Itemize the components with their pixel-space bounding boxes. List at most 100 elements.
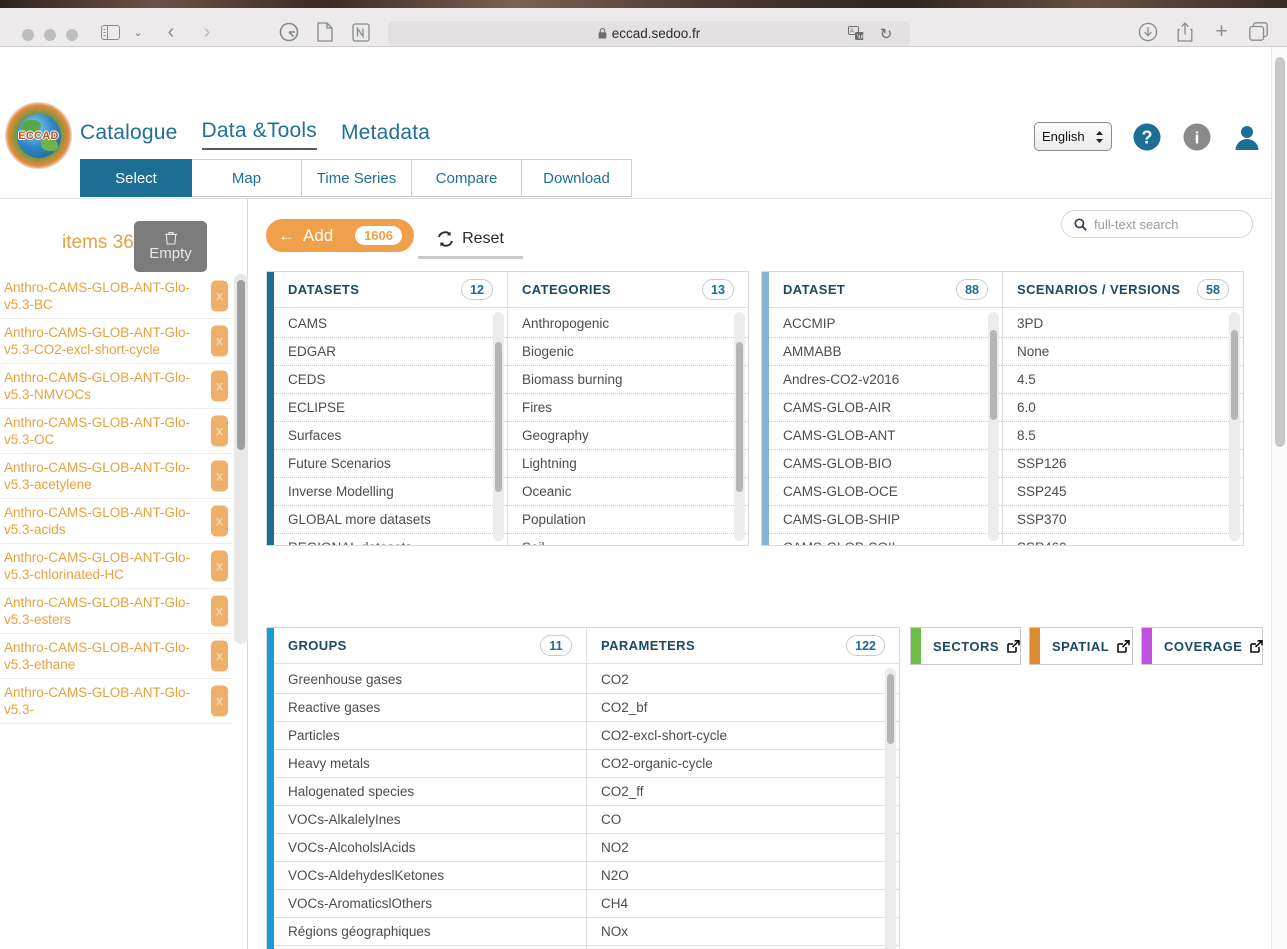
list-scrollbar[interactable]: [493, 312, 505, 541]
list-item[interactable]: 4.5: [1003, 366, 1243, 394]
list-item[interactable]: Andres-CO2-v2016: [769, 366, 1003, 394]
list-item[interactable]: CAMS-GLOB-OCE: [769, 478, 1003, 506]
list-item[interactable]: Biomass burning: [508, 366, 748, 394]
reset-button[interactable]: Reset: [418, 221, 523, 259]
chevron-down-icon[interactable]: ⌄: [131, 22, 145, 42]
window-minimize-button[interactable]: [44, 29, 56, 41]
list-scrollbar-thumb[interactable]: [990, 330, 998, 420]
window-close-button[interactable]: [22, 29, 34, 41]
list-item[interactable]: EDGAR: [274, 338, 508, 366]
tab-map[interactable]: Map: [192, 159, 302, 197]
list-item[interactable]: None: [1003, 338, 1243, 366]
search-box[interactable]: [1061, 210, 1253, 238]
grammarly-extension-icon[interactable]: [278, 21, 300, 43]
translate-icon[interactable]: A\u6587: [848, 26, 864, 41]
list-item[interactable]: NO2: [587, 834, 899, 862]
list-item[interactable]: Inverse Modelling: [274, 478, 508, 506]
tab-time-series[interactable]: Time Series: [302, 159, 412, 197]
list-item[interactable]: ACCMIP: [769, 310, 1003, 338]
list-item[interactable]: Population: [508, 506, 748, 534]
download-icon[interactable]: [1137, 21, 1158, 42]
list-scrollbar-thumb[interactable]: [495, 342, 503, 492]
list-item[interactable]: CAMS-GLOB-SHIP: [769, 506, 1003, 534]
selected-item[interactable]: Anthro-CAMS-GLOB-ANT-Glo-v5.3- x: [0, 679, 232, 724]
list-item[interactable]: Soil: [508, 534, 748, 545]
list-item[interactable]: VOCs-AromaticslOthers: [274, 890, 586, 918]
tab-download[interactable]: Download: [522, 159, 632, 197]
list-item[interactable]: 8.5: [1003, 422, 1243, 450]
list-item[interactable]: VOCs-AldehydeslKetones: [274, 862, 586, 890]
card-categories-list[interactable]: Anthropogenic Biogenic Biomass burning Fire…: [508, 308, 748, 545]
tab-compare[interactable]: Compare: [412, 159, 522, 197]
back-arrow-icon[interactable]: ‹: [160, 21, 182, 43]
info-icon[interactable]: i: [1182, 122, 1212, 152]
list-item[interactable]: CAMS-GLOB-ANT: [769, 422, 1003, 450]
sectors-button[interactable]: SECTORS: [910, 627, 1021, 665]
list-item[interactable]: Fires: [508, 394, 748, 422]
list-item[interactable]: Heavy metals: [274, 750, 586, 778]
help-icon[interactable]: ?: [1132, 122, 1162, 152]
remove-item-button[interactable]: x: [211, 325, 228, 357]
card-datasets-list[interactable]: CAMS EDGAR CEDS ECLIPSE Surfaces Future Scena…: [274, 308, 508, 545]
selected-item[interactable]: Anthro-CAMS-GLOB-ANT-Glo-v5.3-chlorinate…: [0, 544, 232, 589]
list-item[interactable]: Régions géographiques: [274, 918, 586, 946]
card-dataset-list[interactable]: ACCMIP AMMABB Andres-CO2-v2016 CAMS-GLOB-AI…: [769, 308, 1003, 545]
remove-item-button[interactable]: x: [211, 370, 228, 402]
list-item[interactable]: Reactive gases: [274, 694, 586, 722]
selected-item[interactable]: Anthro-CAMS-GLOB-ANT-Glo-v5.3-NMVOCs x: [0, 364, 232, 409]
card-groups-list[interactable]: Greenhouse gases Reactive gases Particles H…: [274, 664, 586, 949]
nav-item-data-tools[interactable]: Data &Tools: [201, 119, 317, 150]
list-item[interactable]: SSP245: [1003, 478, 1243, 506]
spatial-button[interactable]: SPATIAL: [1029, 627, 1133, 665]
list-item[interactable]: N2O: [587, 862, 899, 890]
search-input[interactable]: [1094, 216, 1244, 232]
sidebar-toggle-icon[interactable]: [98, 22, 122, 42]
list-item[interactable]: CAMS-GLOB-AIR: [769, 394, 1003, 422]
sidebar-scrollbar[interactable]: [234, 274, 248, 644]
window-maximize-button[interactable]: [66, 29, 78, 41]
list-item[interactable]: Particles: [274, 722, 586, 750]
selected-item[interactable]: Anthro-CAMS-GLOB-ANT-Glo-v5.3-OC x: [0, 409, 232, 454]
remove-item-button[interactable]: x: [211, 505, 228, 537]
coverage-button[interactable]: COVERAGE: [1141, 627, 1264, 665]
remove-item-button[interactable]: x: [211, 685, 228, 717]
selected-item[interactable]: Anthro-CAMS-GLOB-ANT-Glo-v5.3-BC x: [0, 274, 232, 319]
list-item[interactable]: SSP460: [1003, 534, 1243, 545]
list-item[interactable]: AMMABB: [769, 338, 1003, 366]
selected-item[interactable]: Anthro-CAMS-GLOB-ANT-Glo-v5.3-esters x: [0, 589, 232, 634]
list-item[interactable]: Biogenic: [508, 338, 748, 366]
forward-arrow-icon[interactable]: ›: [196, 21, 218, 43]
list-item[interactable]: GLOBAL more datasets: [274, 506, 508, 534]
page-scrollbar[interactable]: [1271, 47, 1287, 949]
list-item[interactable]: SSP370: [1003, 506, 1243, 534]
plus-icon[interactable]: +: [1211, 20, 1232, 43]
list-item[interactable]: CO2: [587, 666, 899, 694]
language-select[interactable]: English: [1034, 122, 1112, 151]
list-scrollbar[interactable]: [734, 312, 745, 541]
list-item[interactable]: Geography: [508, 422, 748, 450]
list-item[interactable]: CO2-excl-short-cycle: [587, 722, 899, 750]
list-scrollbar[interactable]: [988, 312, 1000, 541]
address-bar[interactable]: eccad.sedoo.fr A\u6587 ↻: [388, 21, 910, 46]
list-scrollbar[interactable]: [1229, 312, 1240, 541]
list-item[interactable]: CEDS: [274, 366, 508, 394]
tab-overview-icon[interactable]: [1248, 21, 1269, 42]
page-extension-icon[interactable]: [314, 21, 336, 43]
list-item[interactable]: Oceanic: [508, 478, 748, 506]
list-item[interactable]: CAMS-GLOB-SOIL: [769, 534, 1002, 545]
list-item[interactable]: Anthropogenic: [508, 310, 748, 338]
list-item[interactable]: Future Scenarios: [274, 450, 508, 478]
list-item[interactable]: ECLIPSE: [274, 394, 508, 422]
list-item[interactable]: CH4: [587, 890, 899, 918]
list-item[interactable]: Lightning: [508, 450, 748, 478]
list-item[interactable]: VOCs-AlkalelyInes: [274, 806, 586, 834]
remove-item-button[interactable]: x: [211, 415, 228, 447]
reload-icon[interactable]: ↻: [878, 25, 894, 43]
remove-item-button[interactable]: x: [211, 550, 228, 582]
list-item[interactable]: SSP126: [1003, 450, 1243, 478]
selected-item[interactable]: Anthro-CAMS-GLOB-ANT-Glo-v5.3-CO2-excl-s…: [0, 319, 232, 364]
list-scrollbar-thumb[interactable]: [1231, 330, 1238, 420]
add-button[interactable]: ← Add 1606: [266, 219, 414, 252]
list-item[interactable]: Surfaces: [274, 422, 508, 450]
user-account-icon[interactable]: [1232, 122, 1262, 152]
